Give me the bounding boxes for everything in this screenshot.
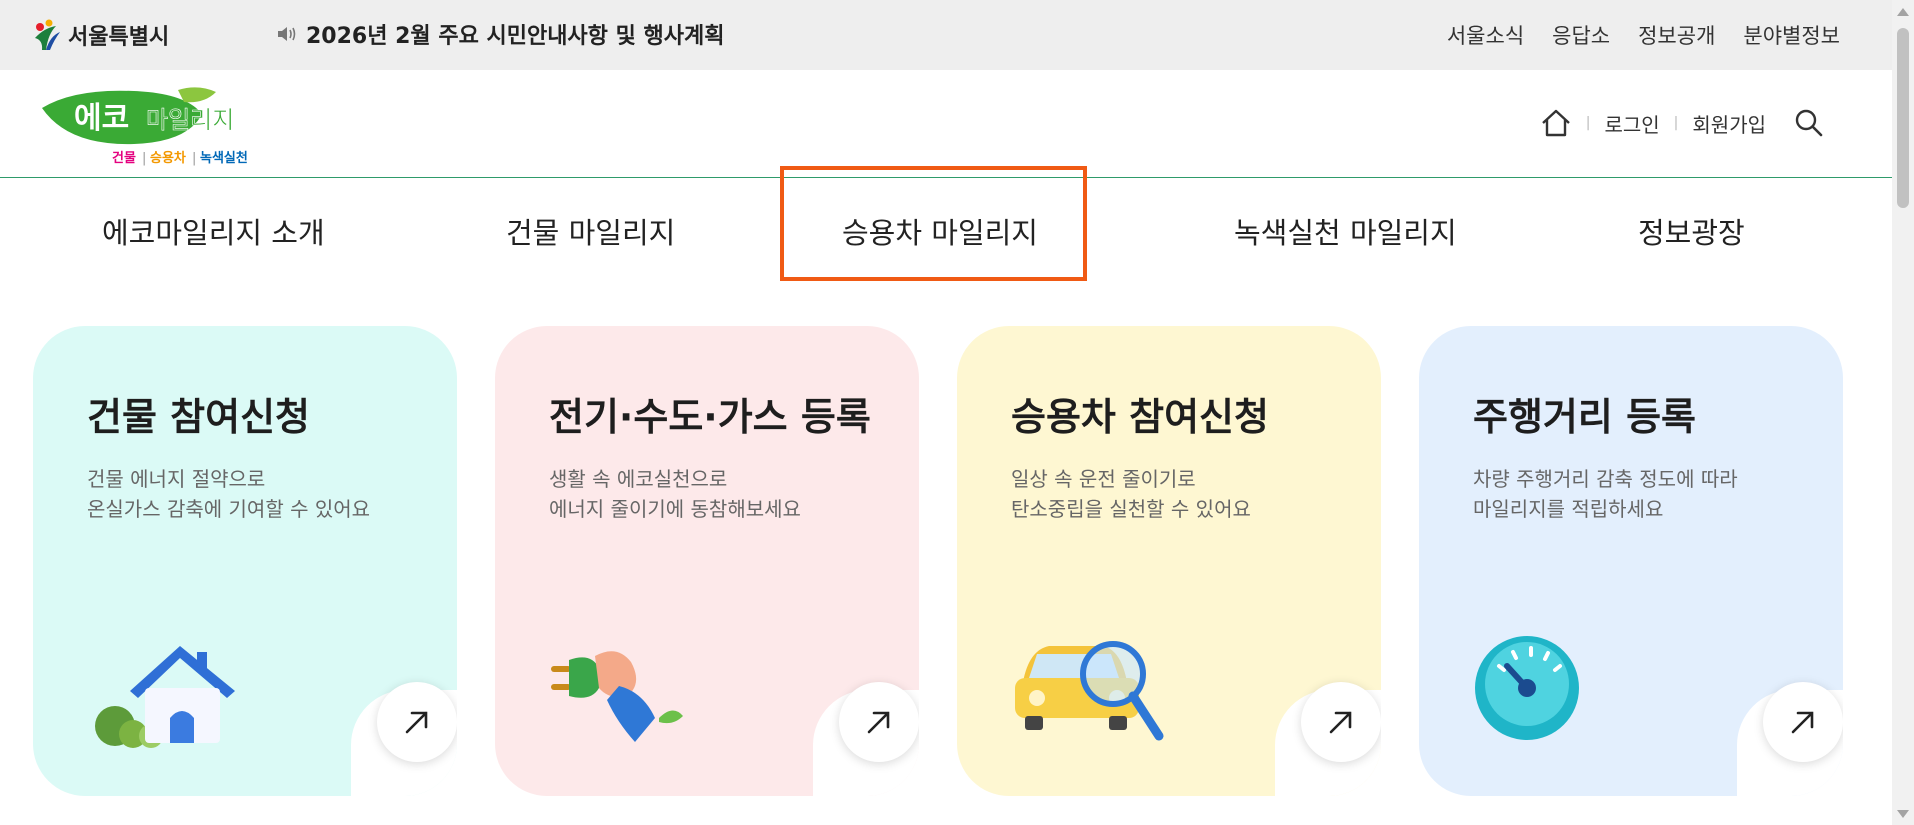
scroll-down-arrow-icon[interactable] bbox=[1897, 810, 1909, 818]
card-car-apply[interactable]: 승용차 참여신청 일상 속 운전 줄이기로 탄소중립을 실천할 수 있어요 bbox=[957, 326, 1381, 796]
card-description: 일상 속 운전 줄이기로 탄소중립을 실천할 수 있어요 bbox=[1011, 464, 1251, 524]
card-desc-line: 온실가스 감축에 기여할 수 있어요 bbox=[87, 497, 371, 521]
seoul-logo-text: 서울특별시 bbox=[68, 25, 170, 50]
speaker-icon bbox=[278, 27, 296, 41]
house-icon bbox=[95, 646, 235, 748]
seoul-emblem-icon bbox=[35, 19, 60, 50]
nav-item-building[interactable]: 건물 마일리지 bbox=[506, 210, 675, 252]
logo-main-text: 에코 bbox=[74, 101, 129, 136]
notice[interactable]: 2026년 2월 주요 시민안내사항 및 행사계획 bbox=[276, 18, 724, 50]
nav-item-green-practice[interactable]: 녹색실천 마일리지 bbox=[1234, 210, 1457, 252]
logo-tag-car: 승용차 bbox=[150, 150, 186, 166]
car-magnifier-icon bbox=[1015, 641, 1164, 741]
card-description: 생활 속 에코실천으로 에너지 줄이기에 동참해보세요 bbox=[549, 464, 801, 524]
logo-tag-green: 녹색실천 bbox=[200, 150, 248, 166]
top-link-eungdapso[interactable]: 응답소 bbox=[1552, 20, 1610, 50]
eco-mileage-logo[interactable]: 에코 마일리지 건물 | 승용차 | 녹색실천 bbox=[38, 84, 258, 172]
home-icon[interactable] bbox=[1540, 108, 1572, 138]
speedometer-icon bbox=[1475, 636, 1579, 740]
logo-tag-building: 건물 bbox=[112, 150, 136, 166]
site-header: 에코 마일리지 건물 | 승용차 | 녹색실천 | 로그인 | 회원가입 bbox=[0, 70, 1892, 178]
card-utility-register[interactable]: 전기·수도·가스 등록 생활 속 에코실천으로 에너지 줄이기에 동참해보세요 bbox=[495, 326, 919, 796]
card-desc-line: 에너지 줄이기에 동참해보세요 bbox=[549, 497, 801, 521]
nav-highlight-box bbox=[780, 166, 1087, 281]
top-link-seoul-news[interactable]: 서울소식 bbox=[1447, 20, 1524, 50]
scroll-thumb[interactable] bbox=[1897, 28, 1909, 208]
card-arrow-button[interactable] bbox=[1301, 682, 1381, 762]
nav-item-intro[interactable]: 에코마일리지 소개 bbox=[102, 210, 325, 252]
logo-sub-text: 마일리지 bbox=[146, 106, 234, 134]
arrow-up-right-icon bbox=[405, 711, 428, 734]
card-desc-line: 탄소중립을 실천할 수 있어요 bbox=[1011, 497, 1251, 521]
card-desc-line: 일상 속 운전 줄이기로 bbox=[1011, 467, 1196, 491]
card-desc-line: 마일리지를 적립하세요 bbox=[1473, 497, 1664, 521]
top-bar: 서울특별시 2026년 2월 주요 시민안내사항 및 행사계획 서울소식 응답소… bbox=[0, 0, 1892, 70]
plug-hand-icon bbox=[551, 651, 683, 742]
card-title: 주행거리 등록 bbox=[1473, 395, 1696, 439]
seoul-logo[interactable]: 서울특별시 bbox=[30, 16, 169, 54]
top-links: 서울소식 응답소 정보공개 분야별정보 bbox=[1447, 20, 1840, 50]
svg-text:|: | bbox=[192, 151, 196, 166]
utility-menu: | 로그인 | 회원가입 bbox=[1540, 108, 1824, 138]
card-title: 승용차 참여신청 bbox=[1011, 395, 1269, 439]
arrow-up-right-icon bbox=[1791, 711, 1814, 734]
scroll-up-arrow-icon[interactable] bbox=[1897, 8, 1909, 16]
card-title: 건물 참여신청 bbox=[87, 395, 310, 439]
card-desc-line: 생활 속 에코실천으로 bbox=[549, 467, 728, 491]
card-description: 건물 에너지 절약으로 온실가스 감축에 기여할 수 있어요 bbox=[87, 464, 370, 524]
card-desc-line: 차량 주행거리 감축 정도에 따라 bbox=[1473, 467, 1738, 491]
notice-text: 2026년 2월 주요 시민안내사항 및 행사계획 bbox=[306, 24, 725, 49]
signup-link[interactable]: 회원가입 bbox=[1692, 109, 1766, 138]
card-title: 전기·수도·가스 등록 bbox=[549, 395, 871, 439]
page-scrollbar[interactable] bbox=[1892, 0, 1914, 825]
arrow-up-right-icon bbox=[867, 711, 890, 734]
card-arrow-button[interactable] bbox=[1763, 682, 1843, 762]
card-description: 차량 주행거리 감축 정도에 따라 마일리지를 적립하세요 bbox=[1473, 464, 1738, 524]
util-separator: | bbox=[1585, 115, 1591, 131]
top-link-field-info[interactable]: 분야별정보 bbox=[1743, 20, 1840, 50]
nav-item-info-plaza[interactable]: 정보광장 bbox=[1638, 210, 1745, 252]
login-link[interactable]: 로그인 bbox=[1604, 109, 1659, 138]
card-arrow-button[interactable] bbox=[839, 682, 919, 762]
card-mileage-register[interactable]: 주행거리 등록 차량 주행거리 감축 정도에 따라 마일리지를 적립하세요 bbox=[1419, 326, 1843, 796]
util-separator: | bbox=[1673, 115, 1679, 131]
card-building-apply[interactable]: 건물 참여신청 건물 에너지 절약으로 온실가스 감축에 기여할 수 있어요 bbox=[33, 326, 457, 796]
card-desc-line: 건물 에너지 절약으로 bbox=[87, 467, 266, 491]
svg-text:|: | bbox=[142, 151, 146, 166]
top-link-info-disclosure[interactable]: 정보공개 bbox=[1638, 20, 1715, 50]
card-arrow-button[interactable] bbox=[377, 682, 457, 762]
search-icon[interactable] bbox=[1794, 108, 1824, 138]
arrow-up-right-icon bbox=[1329, 711, 1352, 734]
